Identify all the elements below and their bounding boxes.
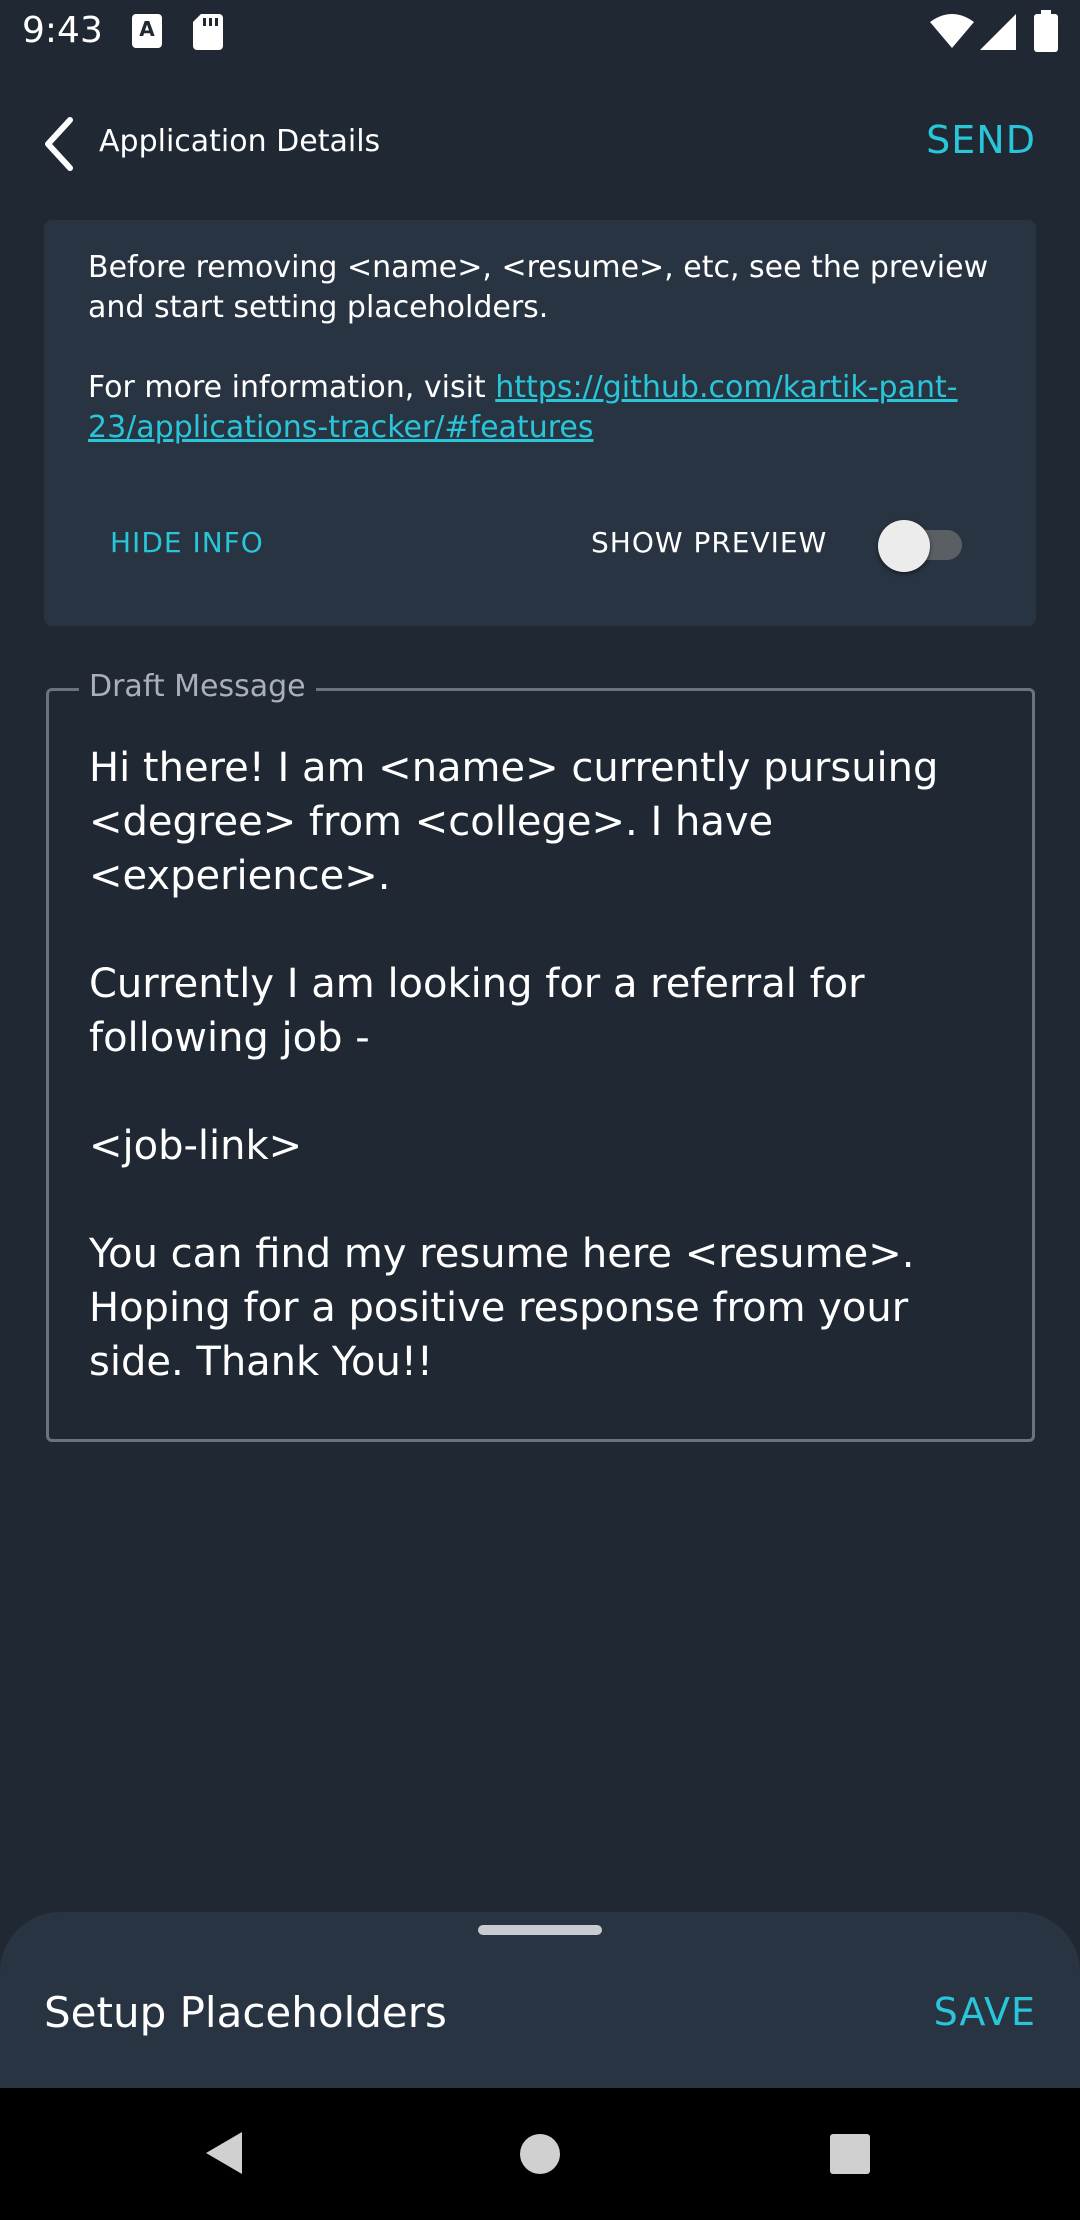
show-preview-label: SHOW PREVIEW [591, 526, 828, 559]
info-card: Before removing <name>, <resume>, etc, s… [44, 220, 1036, 626]
sd-card-icon [193, 14, 223, 50]
toggle-thumb [878, 520, 930, 572]
wifi-icon [930, 14, 974, 48]
info-more-text: For more information, visit https://gith… [88, 368, 998, 448]
a-notification-icon: A [132, 14, 162, 48]
draft-message-field[interactable]: Draft Message Hi there! I am <name> curr… [46, 669, 1035, 1442]
signal-icon [980, 14, 1016, 50]
info-more-prefix: For more information, visit [88, 370, 496, 405]
nav-recents-icon[interactable] [830, 2134, 870, 2174]
sheet-title: Setup Placeholders [44, 1988, 447, 2037]
status-bar: 9:43 A [0, 0, 1080, 66]
hide-info-button[interactable]: HIDE INFO [110, 526, 264, 559]
nav-back-icon[interactable] [204, 2130, 244, 2176]
show-preview-toggle[interactable] [874, 514, 974, 572]
draft-message-label: Draft Message [79, 669, 316, 704]
app-bar: Application Details SEND [0, 100, 1080, 188]
nav-home-icon[interactable] [520, 2134, 560, 2174]
info-description: Before removing <name>, <resume>, etc, s… [88, 250, 989, 325]
draft-message-text[interactable]: Hi there! I am <name> currently pursuing… [89, 741, 1009, 1389]
send-button[interactable]: SEND [926, 118, 1036, 162]
page-title: Application Details [99, 124, 381, 159]
drag-handle[interactable] [478, 1925, 602, 1935]
battery-icon [1034, 10, 1058, 52]
save-button[interactable]: SAVE [934, 1990, 1036, 2034]
screen: 9:43 A Application Details SEND Before r… [0, 0, 1080, 2220]
back-arrow-icon[interactable] [40, 116, 80, 172]
system-nav-bar [0, 2088, 1080, 2220]
setup-placeholders-sheet: Setup Placeholders SAVE [0, 1912, 1080, 2088]
status-time: 9:43 [22, 10, 103, 51]
